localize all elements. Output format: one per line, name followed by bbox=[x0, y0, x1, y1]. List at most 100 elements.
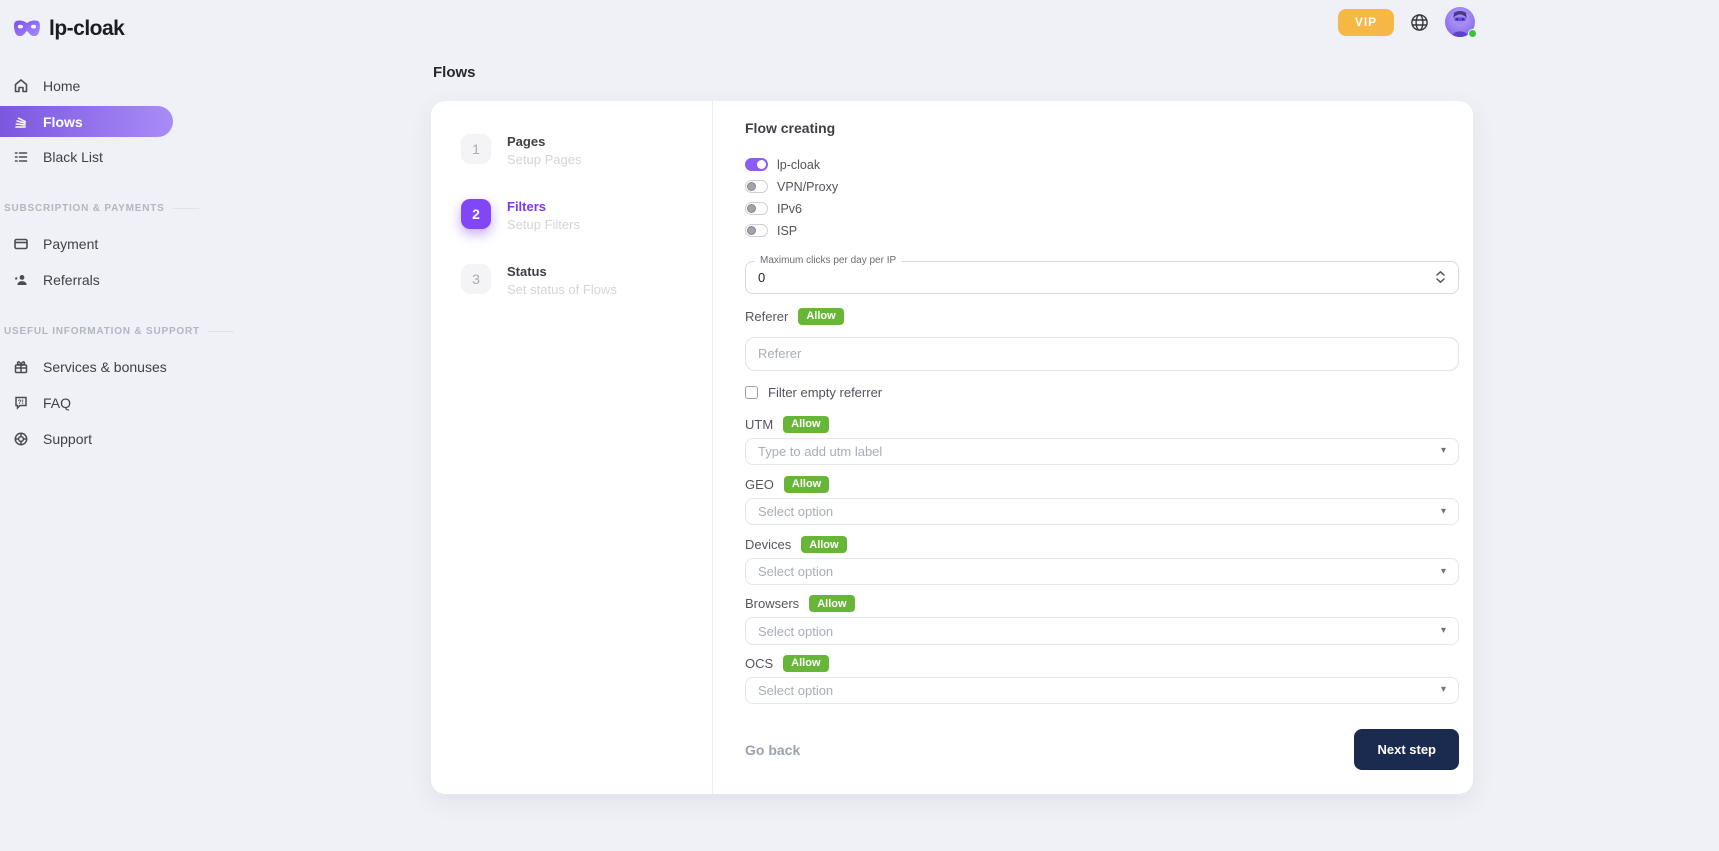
chevron-down-icon: ▾ bbox=[1441, 685, 1446, 695]
ocs-select[interactable]: Select option ▾ bbox=[745, 677, 1459, 704]
step-pages[interactable]: 1 Pages Setup Pages bbox=[461, 134, 712, 167]
wizard-steps: 1 Pages Setup Pages 2 Filters Setup Filt… bbox=[431, 101, 713, 794]
isp-toggle[interactable] bbox=[745, 224, 768, 237]
ipv6-toggle[interactable] bbox=[745, 202, 768, 215]
geo-label: GEO bbox=[745, 477, 774, 492]
gift-icon bbox=[12, 359, 29, 376]
devices-label: Devices bbox=[745, 537, 791, 552]
credit-card-icon bbox=[12, 236, 29, 253]
filter-empty-referrer-label: Filter empty referrer bbox=[768, 385, 882, 400]
flows-icon bbox=[12, 113, 29, 130]
brand-logo[interactable]: lp-cloak bbox=[0, 12, 190, 46]
max-clicks-field: Maximum clicks per day per IP bbox=[745, 261, 1459, 294]
vip-button[interactable]: VIP bbox=[1338, 9, 1394, 36]
mask-logo-icon bbox=[13, 19, 41, 40]
toggle-row-vpn-proxy[interactable]: VPN/Proxy bbox=[745, 180, 1459, 193]
user-avatar[interactable] bbox=[1445, 7, 1475, 37]
sidebar-item-home[interactable]: Home bbox=[0, 70, 190, 102]
sidebar-item-label: FAQ bbox=[43, 395, 71, 411]
referer-label-row: Referer Allow bbox=[745, 308, 1459, 325]
sidebar-section-subscription: SUBSCRIPTION & PAYMENTS bbox=[4, 203, 190, 214]
sidebar-item-flows[interactable]: Flows bbox=[0, 106, 173, 137]
max-clicks-label: Maximum clicks per day per IP bbox=[755, 255, 901, 266]
toggle-row-isp[interactable]: ISP bbox=[745, 224, 1459, 237]
step-number: 3 bbox=[461, 264, 491, 294]
filters-form: Flow creating lp-cloak VPN/Proxy IPv6 IS… bbox=[713, 101, 1473, 794]
flow-wizard-card: 1 Pages Setup Pages 2 Filters Setup Filt… bbox=[431, 101, 1473, 794]
sidebar-item-services-bonuses[interactable]: Services & bonuses bbox=[0, 351, 190, 383]
sidebar-item-label: Support bbox=[43, 431, 92, 447]
referer-label: Referer bbox=[745, 309, 788, 324]
language-globe-icon[interactable] bbox=[1410, 13, 1429, 32]
devices-label-row: Devices Allow bbox=[745, 536, 1459, 553]
toggle-row-ipv6[interactable]: IPv6 bbox=[745, 202, 1459, 215]
browsers-select[interactable]: Select option ▾ bbox=[745, 617, 1459, 644]
sidebar-section-support: USEFUL INFORMATION & SUPPORT bbox=[4, 326, 190, 337]
vpn-proxy-toggle[interactable] bbox=[745, 180, 768, 193]
step-number: 1 bbox=[461, 134, 491, 164]
online-status-dot bbox=[1468, 29, 1477, 38]
step-title: Status bbox=[507, 264, 617, 279]
step-filters[interactable]: 2 Filters Setup Filters bbox=[461, 199, 712, 232]
brand-name: lp-cloak bbox=[49, 17, 124, 41]
number-stepper-icon[interactable] bbox=[1435, 270, 1446, 284]
next-step-button[interactable]: Next step bbox=[1354, 729, 1459, 770]
svg-text:?!: ?! bbox=[17, 399, 23, 406]
step-number: 2 bbox=[461, 199, 491, 229]
referer-input[interactable] bbox=[758, 346, 1446, 361]
devices-placeholder: Select option bbox=[758, 564, 833, 579]
step-subtitle: Setup Pages bbox=[507, 152, 581, 167]
browsers-label-row: Browsers Allow bbox=[745, 595, 1459, 612]
lifebuoy-icon bbox=[12, 431, 29, 448]
ocs-placeholder: Select option bbox=[758, 683, 833, 698]
blacklist-icon bbox=[12, 149, 29, 166]
ocs-allow-badge[interactable]: Allow bbox=[783, 655, 828, 672]
toggle-group: lp-cloak VPN/Proxy IPv6 ISP bbox=[745, 158, 1459, 246]
toggle-label: VPN/Proxy bbox=[777, 180, 838, 194]
page-title: Flows bbox=[433, 64, 1473, 81]
filter-empty-referrer-checkbox[interactable] bbox=[745, 386, 758, 399]
sidebar-item-support[interactable]: Support bbox=[0, 423, 190, 455]
referer-allow-badge[interactable]: Allow bbox=[798, 308, 843, 325]
sidebar-item-label: Black List bbox=[43, 149, 103, 165]
sidebar-item-payment[interactable]: Payment bbox=[0, 228, 190, 260]
filter-empty-referrer-row[interactable]: Filter empty referrer bbox=[745, 385, 1459, 400]
toggle-row-lp-cloak[interactable]: lp-cloak bbox=[745, 158, 1459, 171]
sidebar-item-faq[interactable]: ?! FAQ bbox=[0, 387, 190, 419]
form-footer: Go back Next step bbox=[745, 729, 1459, 770]
step-subtitle: Set status of Flows bbox=[507, 282, 617, 297]
sidebar-item-referrals[interactable]: Referrals bbox=[0, 264, 190, 296]
browsers-placeholder: Select option bbox=[758, 624, 833, 639]
chevron-down-icon: ▾ bbox=[1441, 507, 1446, 517]
sidebar-item-black-list[interactable]: Black List bbox=[0, 141, 190, 173]
toggle-label: IPv6 bbox=[777, 202, 802, 216]
ocs-label: OCS bbox=[745, 656, 773, 671]
utm-select[interactable]: Type to add utm label ▾ bbox=[745, 438, 1459, 465]
referer-field bbox=[745, 337, 1459, 371]
chevron-down-icon: ▾ bbox=[1441, 626, 1446, 636]
sidebar-item-label: Services & bonuses bbox=[43, 359, 167, 375]
geo-select[interactable]: Select option ▾ bbox=[745, 498, 1459, 525]
browsers-allow-badge[interactable]: Allow bbox=[809, 595, 854, 612]
max-clicks-input[interactable] bbox=[758, 270, 1435, 285]
step-title: Filters bbox=[507, 199, 580, 214]
browsers-label: Browsers bbox=[745, 596, 799, 611]
geo-allow-badge[interactable]: Allow bbox=[784, 476, 829, 493]
step-status[interactable]: 3 Status Set status of Flows bbox=[461, 264, 712, 297]
devices-select[interactable]: Select option ▾ bbox=[745, 558, 1459, 585]
form-title: Flow creating bbox=[745, 120, 1459, 136]
step-subtitle: Setup Filters bbox=[507, 217, 580, 232]
ocs-label-row: OCS Allow bbox=[745, 655, 1459, 672]
home-icon bbox=[12, 78, 29, 95]
devices-allow-badge[interactable]: Allow bbox=[801, 536, 846, 553]
sidebar-nav: Home Flows Black List SUBSCRIPTION & PAY… bbox=[0, 70, 190, 455]
lp-cloak-toggle[interactable] bbox=[745, 158, 768, 171]
utm-allow-badge[interactable]: Allow bbox=[783, 416, 828, 433]
toggle-label: ISP bbox=[777, 224, 797, 238]
geo-label-row: GEO Allow bbox=[745, 476, 1459, 493]
chevron-down-icon: ▾ bbox=[1441, 567, 1446, 577]
go-back-button[interactable]: Go back bbox=[745, 742, 800, 758]
topbar: VIP bbox=[1338, 7, 1475, 37]
referrals-icon bbox=[12, 272, 29, 289]
utm-label: UTM bbox=[745, 417, 773, 432]
